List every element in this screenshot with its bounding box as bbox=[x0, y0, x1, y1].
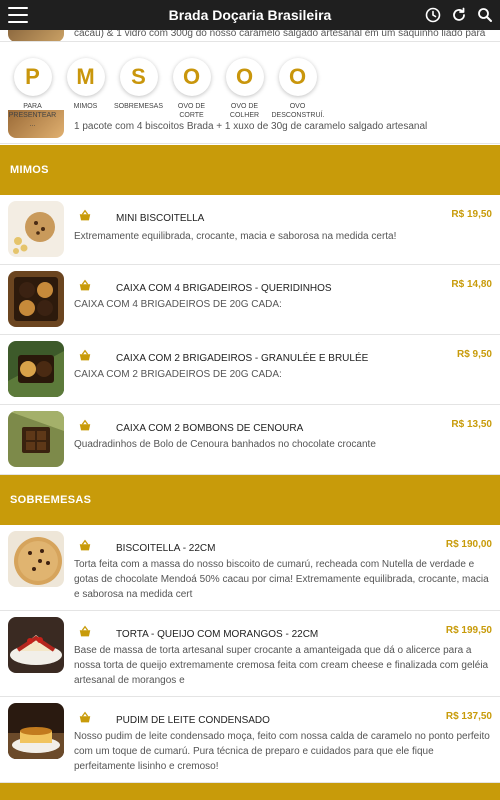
product-description: Nosso pudim de leite condensado moça, fe… bbox=[74, 731, 490, 772]
product-name: TORTA - QUEIJO COM MORANGOS - 22CM bbox=[116, 629, 319, 640]
list-item[interactable]: TORTA - QUEIJO COM MORANGOS - 22CM R$ 19… bbox=[0, 611, 500, 697]
clock-history-icon[interactable] bbox=[424, 6, 442, 24]
product-description: cacau) & 1 vidro com 300g do nosso caram… bbox=[74, 30, 486, 39]
category-label: OVO DESCONSTRUÍ... bbox=[271, 103, 324, 119]
product-price: R$ 199,50 bbox=[445, 625, 492, 636]
category-initial: O bbox=[172, 58, 211, 96]
product-description: Base de massa de torta artesanal super c… bbox=[74, 645, 489, 686]
product-name: CAIXA COM 4 BRIGADEIROS - QUERIDINHOS bbox=[116, 283, 332, 294]
category-initial: O bbox=[225, 58, 264, 96]
category-label: SOBREMESAS bbox=[113, 103, 163, 110]
category-chip-ovo-desconstruido[interactable]: O OVO DESCONSTRUÍ... bbox=[271, 52, 324, 144]
product-name: CAIXA COM 2 BOMBONS DE CENOURA bbox=[116, 423, 304, 434]
category-chip-ovo-de-colher[interactable]: O OVO DE COLHER bbox=[218, 52, 271, 144]
product-image bbox=[8, 531, 64, 587]
search-icon[interactable] bbox=[476, 6, 494, 24]
list-item[interactable]: CAIXA COM 4 BRIGADEIROS - QUERIDINHOS R$… bbox=[0, 265, 500, 335]
category-label: OVO DE COLHER bbox=[229, 103, 260, 119]
product-name: CAIXA COM 2 BRIGADEIROS - GRANULÉE E BRU… bbox=[116, 353, 369, 364]
product-price: R$ 14,80 bbox=[451, 279, 492, 290]
list-item[interactable]: BISCOITELLA - 22CM R$ 190,00 Torta feita… bbox=[0, 525, 500, 611]
list-item[interactable]: cacau) & 1 vidro com 300g do nosso caram… bbox=[0, 30, 500, 42]
product-description: Extremamente equilibrada, crocante, maci… bbox=[74, 231, 397, 242]
product-image bbox=[8, 30, 64, 41]
product-image bbox=[8, 201, 64, 257]
product-description: CAIXA COM 4 BRIGADEIROS DE 20G CADA: bbox=[74, 299, 282, 310]
basket-icon bbox=[79, 419, 91, 431]
category-chip-mimos[interactable]: M MIMOS bbox=[59, 52, 112, 144]
category-initial: S bbox=[119, 58, 158, 96]
product-image bbox=[8, 341, 64, 397]
section-title: MIMOS bbox=[10, 164, 49, 176]
list-item[interactable]: PUDIM DE LEITE CONDENSADO R$ 137,50 Noss… bbox=[0, 697, 500, 783]
list-item[interactable]: CAIXA COM 2 BOMBONS DE CENOURA R$ 13,50 … bbox=[0, 405, 500, 475]
section-header-next bbox=[0, 783, 500, 800]
section-header-sobremesas: SOBREMESAS bbox=[0, 475, 500, 525]
refresh-icon[interactable] bbox=[450, 6, 468, 24]
basket-icon bbox=[79, 539, 91, 551]
category-chip-sobremesas[interactable]: S SOBREMESAS bbox=[112, 52, 165, 144]
basket-icon bbox=[79, 625, 91, 637]
product-image bbox=[8, 703, 64, 759]
product-description: Torta feita com a massa do nosso biscoit… bbox=[74, 559, 489, 600]
app-bar-actions bbox=[424, 6, 494, 24]
category-label: MIMOS bbox=[73, 103, 98, 110]
category-chips: P PARA PRESENTEAR ... M MIMOS S SOBREMES… bbox=[0, 52, 500, 144]
product-price: R$ 19,50 bbox=[451, 209, 492, 220]
app-bar: Brada Doçaria Brasileira bbox=[0, 0, 500, 30]
list-item[interactable]: MINI BISCOITELLA R$ 19,50 Extremamente e… bbox=[0, 195, 500, 265]
basket-icon bbox=[79, 209, 91, 221]
product-image bbox=[8, 271, 64, 327]
category-initial: M bbox=[66, 58, 105, 96]
product-price: R$ 137,50 bbox=[445, 711, 492, 722]
section-title: SOBREMESAS bbox=[10, 494, 92, 506]
product-image bbox=[8, 617, 64, 673]
section-header-mimos: MIMOS bbox=[0, 145, 500, 195]
product-price: R$ 13,50 bbox=[451, 419, 492, 430]
product-price: R$ 9,50 bbox=[456, 349, 492, 360]
product-name: MINI BISCOITELLA bbox=[116, 213, 205, 224]
category-label: PARA PRESENTEAR ... bbox=[8, 103, 57, 128]
basket-icon bbox=[79, 349, 91, 361]
menu-content: cacau) & 1 vidro com 300g do nosso caram… bbox=[0, 30, 500, 800]
category-initial: O bbox=[278, 58, 317, 96]
product-description: Quadradinhos de Bolo de Cenoura banhados… bbox=[74, 439, 376, 450]
category-label: OVO DE CORTE bbox=[177, 103, 206, 119]
product-name: PUDIM DE LEITE CONDENSADO bbox=[116, 715, 270, 726]
hamburger-menu-icon[interactable] bbox=[8, 7, 28, 23]
basket-icon bbox=[79, 711, 91, 723]
category-chip-ovo-de-corte[interactable]: O OVO DE CORTE bbox=[165, 52, 218, 144]
category-chip-para-presentear[interactable]: P PARA PRESENTEAR ... bbox=[6, 52, 59, 144]
product-image bbox=[8, 411, 64, 467]
product-price: R$ 190,00 bbox=[445, 539, 492, 550]
product-name: BISCOITELLA - 22CM bbox=[116, 543, 216, 554]
product-description: CAIXA COM 2 BRIGADEIROS DE 20G CADA: bbox=[74, 369, 282, 380]
list-item[interactable]: CAIXA COM 2 BRIGADEIROS - GRANULÉE E BRU… bbox=[0, 335, 500, 405]
basket-icon bbox=[79, 279, 91, 291]
category-initial: P bbox=[13, 58, 52, 96]
